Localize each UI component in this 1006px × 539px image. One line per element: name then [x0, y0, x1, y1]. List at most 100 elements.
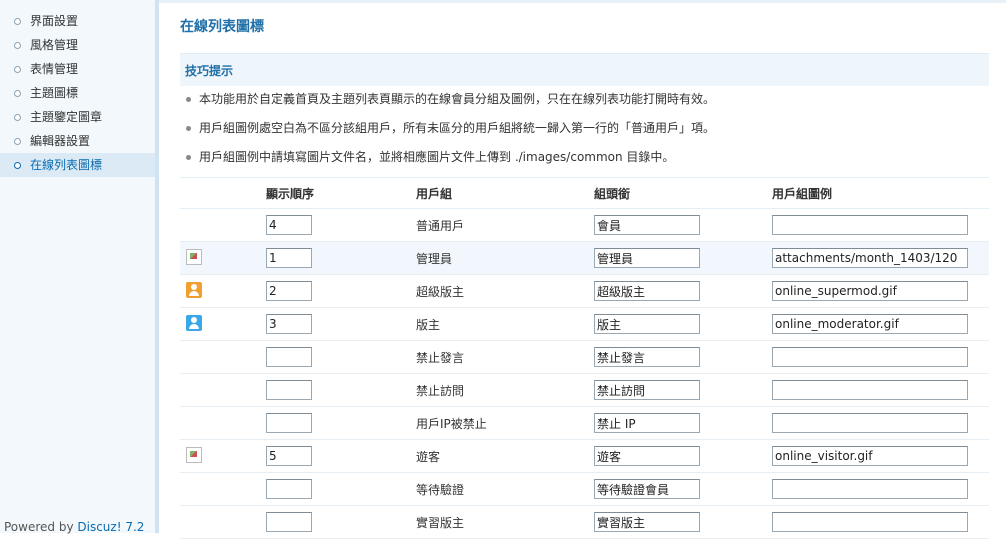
image-input[interactable]: [772, 248, 968, 268]
order-input[interactable]: [266, 446, 312, 466]
circle-bullet-icon: [14, 162, 21, 169]
header-order: 顯示順序: [266, 177, 416, 209]
title-input[interactable]: [594, 347, 700, 367]
bullet-icon: [186, 126, 191, 131]
image-input[interactable]: [772, 281, 968, 301]
order-input[interactable]: [266, 413, 312, 433]
group-name: 普通用戶: [416, 208, 594, 242]
sidebar-item-styles[interactable]: 風格管理: [0, 33, 155, 57]
table-row: 版主: [180, 307, 989, 341]
page-title: 在線列表圖標: [180, 19, 264, 35]
moderator-icon: [186, 314, 202, 331]
tip-item: 用戶組圖例中請填寫圖片文件名，並將相應圖片文件上傳到 ./images/comm…: [180, 143, 989, 172]
table-row: 管理員: [180, 241, 989, 275]
title-input[interactable]: [594, 446, 700, 466]
image-input[interactable]: [772, 479, 968, 499]
circle-bullet-icon: [14, 114, 21, 121]
row-icon-cell: [180, 208, 266, 242]
image-input[interactable]: [772, 347, 968, 367]
table-row: 禁止發言: [180, 340, 989, 374]
order-input[interactable]: [266, 512, 312, 532]
order-input[interactable]: [266, 380, 312, 400]
sidebar-item-label: 主題圖標: [30, 86, 79, 100]
group-name: 超級版主: [416, 274, 594, 308]
supermod-icon: [186, 281, 202, 298]
main-panel: 在線列表圖標 技巧提示 本功能用於自定義首頁及主題列表頁顯示的在線會員分組及圖例…: [159, 0, 1006, 539]
image-input[interactable]: [772, 314, 968, 334]
table-row: 禁止訪問: [180, 373, 989, 407]
group-name: 用戶IP被禁止: [416, 406, 594, 440]
order-input[interactable]: [266, 347, 312, 367]
sidebar-item-smilies[interactable]: 表情管理: [0, 57, 155, 81]
circle-bullet-icon: [14, 66, 21, 73]
sidebar-item-online-list-icons[interactable]: 在線列表圖標: [0, 153, 155, 177]
order-input[interactable]: [266, 314, 312, 334]
discuz-link[interactable]: Discuz! 7.2: [77, 520, 144, 534]
sidebar-item-ui-settings[interactable]: 界面設置: [0, 9, 155, 33]
circle-bullet-icon: [14, 138, 21, 145]
image-input[interactable]: [772, 446, 968, 466]
tip-text: 用戶組圖例處空白為不區分該組用戶，所有未區分的用戶組將統一歸入第一行的「普通用戶…: [199, 121, 716, 135]
table-row: 用戶IP被禁止: [180, 406, 989, 440]
image-input[interactable]: [772, 215, 968, 235]
image-input[interactable]: [772, 512, 968, 532]
table-header-row: 顯示順序 用戶組 組頭銜 用戶組圖例: [180, 177, 989, 209]
tips-title: 技巧提示: [185, 64, 234, 78]
header-icon-cell: [180, 177, 266, 209]
tip-text: 用戶組圖例中請填寫圖片文件名，並將相應圖片文件上傳到 ./images/comm…: [199, 150, 675, 164]
group-name: 等待驗證: [416, 472, 594, 506]
sidebar-item-label: 風格管理: [30, 38, 79, 52]
tips-list: 本功能用於自定義首頁及主題列表頁顯示的在線會員分組及圖例，只在在線列表功能打開時…: [180, 85, 989, 172]
image-input[interactable]: [772, 413, 968, 433]
title-input[interactable]: [594, 512, 700, 532]
sidebar-item-label: 界面設置: [30, 14, 79, 28]
table-row: 等待驗證: [180, 472, 989, 506]
sidebar-item-editor-settings[interactable]: 編輯器設置: [0, 129, 155, 153]
order-input[interactable]: [266, 215, 312, 235]
title-input[interactable]: [594, 413, 700, 433]
sidebar-item-label: 在線列表圖標: [30, 158, 103, 172]
tip-item: 用戶組圖例處空白為不區分該組用戶，所有未區分的用戶組將統一歸入第一行的「普通用戶…: [180, 114, 989, 143]
row-icon-cell: [180, 373, 266, 407]
row-icon-cell: [180, 274, 266, 308]
header-group: 用戶組: [416, 177, 594, 209]
group-name: 管理員: [416, 241, 594, 275]
online-list-table: 顯示順序 用戶組 組頭銜 用戶組圖例 普通用戶 管理員: [180, 177, 989, 539]
title-input[interactable]: [594, 380, 700, 400]
title-input[interactable]: [594, 248, 700, 268]
circle-bullet-icon: [14, 18, 21, 25]
circle-bullet-icon: [14, 90, 21, 97]
order-input[interactable]: [266, 281, 312, 301]
title-input[interactable]: [594, 314, 700, 334]
title-input[interactable]: [594, 215, 700, 235]
title-input[interactable]: [594, 479, 700, 499]
table-row: 超級版主: [180, 274, 989, 308]
sidebar: 界面設置 風格管理 表情管理 主題圖標 主題鑒定圖章 編輯器設置 在線列表圖標 …: [0, 0, 159, 534]
header-title: 組頭銜: [594, 177, 772, 209]
powered-by-text: Powered by: [4, 520, 78, 534]
sidebar-item-thread-icons[interactable]: 主題圖標: [0, 81, 155, 105]
group-name: 實習版主: [416, 505, 594, 539]
circle-bullet-icon: [14, 42, 21, 49]
row-icon-cell: [180, 472, 266, 506]
image-input[interactable]: [772, 380, 968, 400]
top-border: [159, 0, 1006, 3]
row-icon-cell: [180, 241, 266, 275]
group-name: 遊客: [416, 439, 594, 473]
order-input[interactable]: [266, 248, 312, 268]
sidebar-item-label: 編輯器設置: [30, 134, 91, 148]
table-row: 普通用戶: [180, 208, 989, 242]
sidebar-item-thread-stamps[interactable]: 主題鑒定圖章: [0, 105, 155, 129]
bullet-icon: [186, 97, 191, 102]
group-name: 版主: [416, 307, 594, 341]
bullet-icon: [186, 155, 191, 160]
table-row: 實習版主: [180, 505, 989, 539]
order-input[interactable]: [266, 479, 312, 499]
row-icon-cell: [180, 505, 266, 539]
title-input[interactable]: [594, 281, 700, 301]
broken-image-icon: [186, 248, 202, 265]
table-row: 遊客: [180, 439, 989, 473]
group-name: 禁止發言: [416, 340, 594, 374]
row-icon-cell: [180, 406, 266, 440]
powered-by: Powered by Discuz! 7.2: [4, 520, 144, 534]
